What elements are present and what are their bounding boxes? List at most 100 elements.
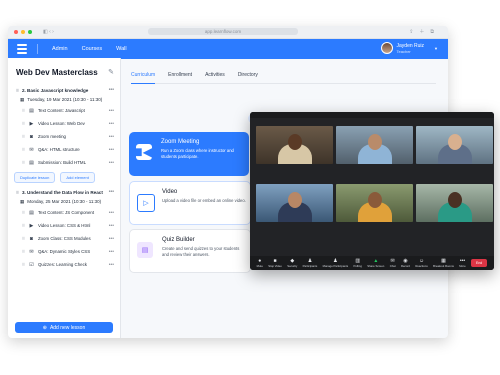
- list-item-label: Submission: Build HTML: [37, 160, 87, 165]
- nav-link-wall[interactable]: Wall: [116, 46, 127, 52]
- video-icon: ▷: [137, 194, 155, 212]
- drag-handle-icon[interactable]: ⠿: [22, 147, 25, 152]
- section-header[interactable]: ⠿ 3. Understand the Data Flow in React •…: [16, 187, 120, 197]
- list-item[interactable]: ⠿ ▤ Submission: Build HTML •••: [22, 156, 120, 169]
- chat-button[interactable]: ✉ Chat: [390, 258, 396, 268]
- stop-video-button[interactable]: ■ Stop Video: [268, 258, 282, 268]
- app-logo-icon[interactable]: [17, 44, 27, 54]
- list-item[interactable]: ⠿ ◙ Zoom Class: CSS Modules •••: [22, 232, 120, 245]
- participants-button[interactable]: ♟ Participants: [303, 258, 318, 268]
- video-card[interactable]: ▷ Video Upload a video file or embed an …: [129, 181, 251, 225]
- section-date-text: Tuesday, 19 Mar 2021 (10:30 - 11:30): [27, 97, 103, 102]
- reactions-button[interactable]: ☺ Reactions: [415, 258, 427, 268]
- more-icon[interactable]: •••: [109, 210, 114, 216]
- tab-enrollment[interactable]: Enrollment: [168, 72, 192, 78]
- browser-chrome: ◧ ‹ › app.learnflow.com ⇪＋⧉: [8, 26, 448, 39]
- nav-link-admin[interactable]: Admin: [52, 46, 68, 52]
- participant-tile[interactable]: [416, 126, 493, 164]
- add-element-button[interactable]: Add element: [60, 172, 95, 183]
- list-item[interactable]: ⠿ ✉ Q&A: HTML structure •••: [22, 143, 120, 156]
- more-icon[interactable]: •••: [109, 249, 114, 255]
- tab-curriculum[interactable]: Curriculum: [131, 72, 156, 84]
- course-title: Web Dev Masterclass: [16, 68, 98, 77]
- avatar[interactable]: [380, 42, 393, 54]
- list-item[interactable]: ⠿ ▶ Video Lesson: CSS & Html •••: [22, 219, 120, 232]
- participant-tile[interactable]: [336, 126, 413, 164]
- more-icon[interactable]: •••: [109, 262, 114, 268]
- end-meeting-button[interactable]: End: [471, 259, 488, 267]
- caret-down-icon[interactable]: ▼: [434, 46, 438, 51]
- more-icon[interactable]: •••: [109, 134, 114, 140]
- more-icon[interactable]: •••: [109, 189, 114, 195]
- toolbar-label: Record: [400, 264, 410, 268]
- participant-tile[interactable]: [416, 184, 493, 222]
- quiz-icon: ▤: [137, 242, 153, 258]
- drag-handle-icon[interactable]: ⠿: [22, 108, 25, 113]
- record-button[interactable]: ◉ Record: [401, 258, 410, 268]
- participant-video: [367, 192, 382, 208]
- minimize-window-button[interactable]: [21, 30, 25, 34]
- duplicate-lesson-button[interactable]: Duplicate lesson: [14, 172, 56, 183]
- security-button[interactable]: ◆ Security: [287, 258, 297, 268]
- polling-button[interactable]: ▥ Polling: [353, 258, 361, 268]
- more-icon[interactable]: •••: [109, 160, 114, 166]
- drag-handle-icon[interactable]: ⠿: [16, 190, 19, 195]
- maximize-window-button[interactable]: [28, 30, 32, 34]
- tab-activities[interactable]: Activities: [205, 72, 225, 78]
- participant-video: [367, 134, 382, 150]
- drag-handle-icon[interactable]: ⠿: [22, 134, 25, 139]
- drag-handle-icon[interactable]: ⠿: [22, 160, 25, 165]
- more-icon[interactable]: •••: [109, 147, 114, 153]
- card-description: Upload a video file or embed an online v…: [162, 198, 246, 203]
- list-item[interactable]: ⠿ ▤ Text Content: JS Component •••: [22, 206, 120, 219]
- drag-handle-icon[interactable]: ⠿: [22, 249, 25, 254]
- list-item-label: Text Content: JS Component: [37, 210, 95, 215]
- top-nav: Admin Courses Wall Jayden Ruiz Teacher ▼: [8, 39, 448, 59]
- close-window-button[interactable]: [14, 30, 18, 34]
- more-icon[interactable]: •••: [109, 236, 114, 242]
- list-item[interactable]: ⠿ ✉ Q&A: Dynamic Styles CSS •••: [22, 245, 120, 258]
- drag-handle-icon[interactable]: ⠿: [22, 210, 25, 215]
- quiz-builder-card[interactable]: ▤ Quiz Builder Create and send quizzes t…: [129, 229, 251, 273]
- drag-handle-icon[interactable]: ⠿: [22, 121, 25, 126]
- edit-icon[interactable]: ✎: [108, 68, 114, 76]
- list-item[interactable]: ⠿ ◙ Zoom meeting •••: [22, 130, 120, 143]
- url-bar[interactable]: app.learnflow.com: [148, 28, 298, 35]
- drag-handle-icon[interactable]: ⠿: [22, 223, 25, 228]
- drag-handle-icon[interactable]: ⠿: [16, 88, 19, 93]
- participant-tile[interactable]: [256, 126, 333, 164]
- nav-link-courses[interactable]: Courses: [82, 46, 102, 52]
- participant-video: [447, 192, 462, 208]
- calendar-icon: ▦: [20, 96, 25, 102]
- list-item[interactable]: ⠿ ☑ Quizzes: Learning Check •••: [22, 258, 120, 271]
- mute-button[interactable]: ● Mute: [257, 258, 263, 268]
- breakout-rooms-button[interactable]: ▦ Breakout Rooms: [433, 258, 454, 268]
- more-icon[interactable]: •••: [109, 108, 114, 114]
- list-item-label: Quizzes: Learning Check: [37, 262, 87, 267]
- share-screen-button[interactable]: ▲ Share Screen: [367, 258, 384, 268]
- list-item[interactable]: ⠿ ▤ Text Content: Javascript •••: [22, 104, 120, 117]
- document-icon: ▤: [29, 209, 34, 216]
- toolbar-label: Stop Video: [268, 264, 282, 268]
- calendar-icon: ▦: [20, 198, 25, 204]
- participant-tile[interactable]: [336, 184, 413, 222]
- drag-handle-icon[interactable]: ⠿: [22, 262, 25, 267]
- more-button[interactable]: ••• More: [459, 258, 465, 268]
- manage-participants-button[interactable]: ♟ Manage Participants: [323, 258, 349, 268]
- section-date-text: Monday, 25 Mar 2021 (10:30 - 11:30): [27, 199, 102, 204]
- drag-handle-icon[interactable]: ⠿: [22, 236, 25, 241]
- more-icon[interactable]: •••: [109, 223, 114, 229]
- participant-video: [287, 192, 302, 208]
- section-header[interactable]: ⠿ 2. Basic Javascript knowledge •••: [16, 85, 120, 95]
- browser-nav-icons[interactable]: ◧ ‹ ›: [43, 29, 54, 35]
- add-new-lesson-button[interactable]: ⊕ Add new lesson: [15, 322, 113, 333]
- more-icon[interactable]: •••: [109, 87, 114, 93]
- list-item[interactable]: ⠿ ▶ Video Lesson: Web Dev •••: [22, 117, 120, 130]
- participant-tile[interactable]: [256, 184, 333, 222]
- browser-action-icons[interactable]: ⇪＋⧉: [409, 28, 440, 35]
- more-icon[interactable]: •••: [109, 121, 114, 127]
- tab-directory[interactable]: Directory: [238, 72, 258, 78]
- document-icon: ▤: [29, 107, 34, 114]
- user-menu[interactable]: Jayden Ruiz Teacher ▼: [380, 42, 438, 54]
- zoom-meeting-card[interactable]: ■◀ Zoom Meeting Run a Zoom class where i…: [129, 132, 249, 176]
